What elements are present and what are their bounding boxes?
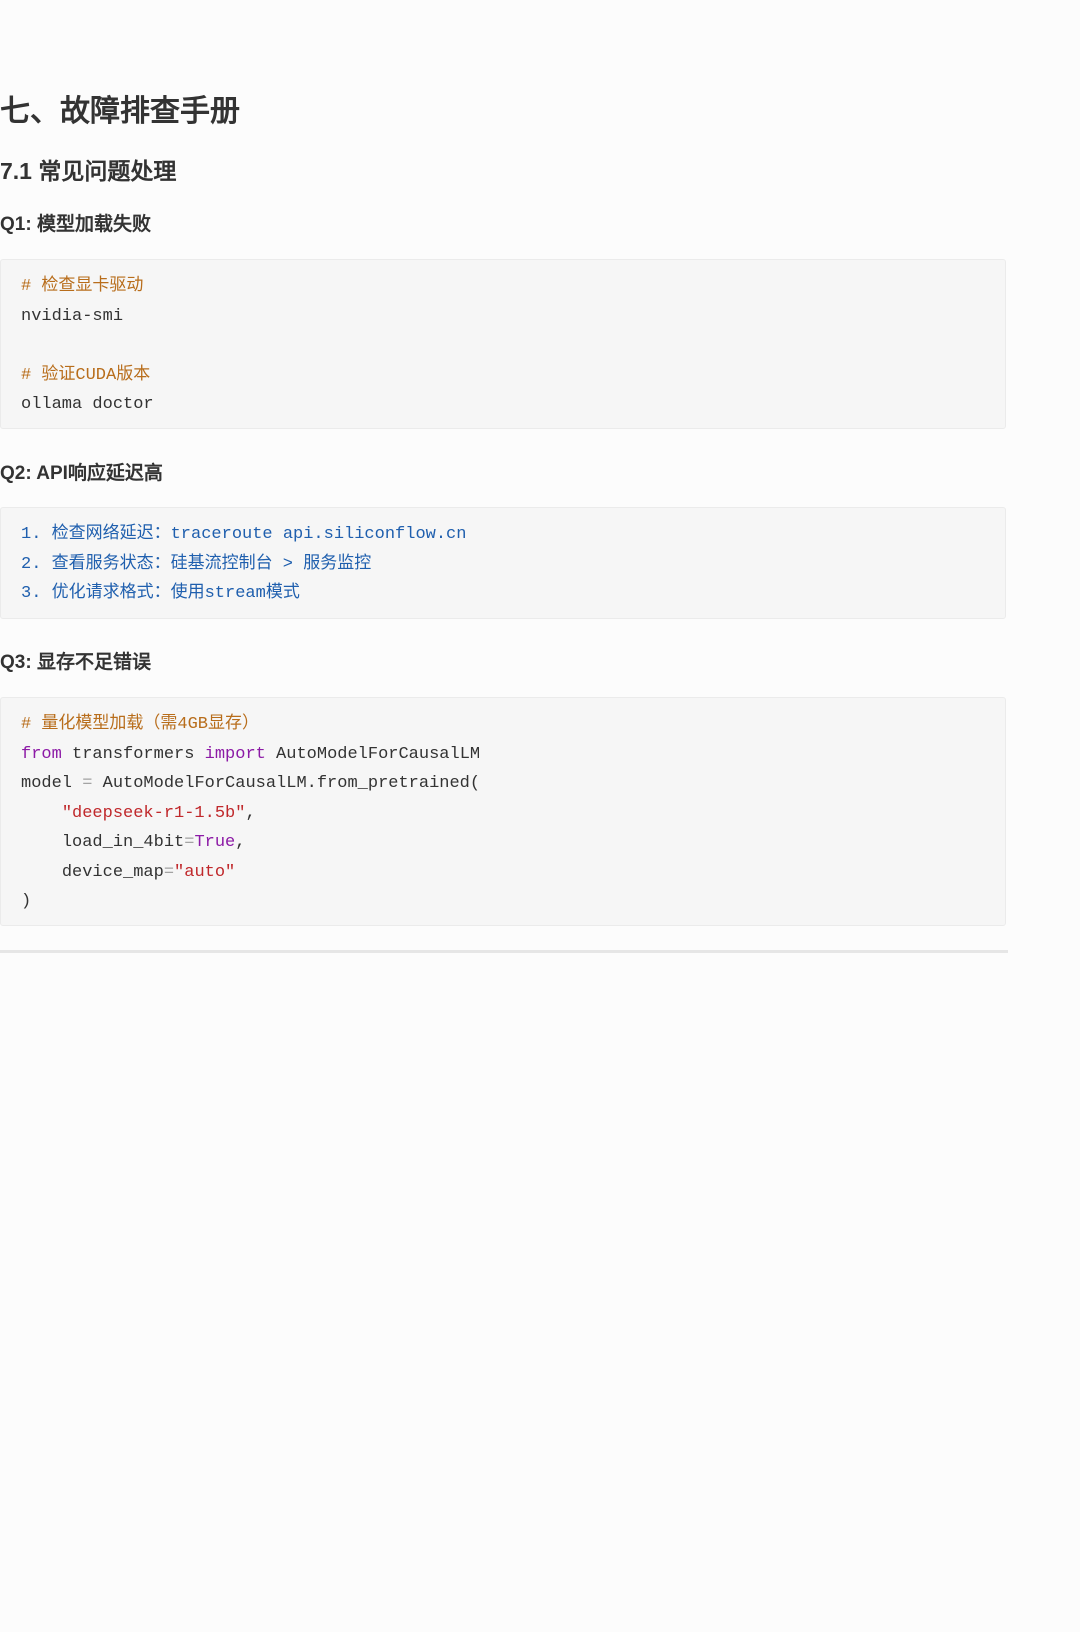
keyword-import: import	[204, 744, 266, 764]
code-comment: # 量化模型加载（需4GB显存）	[21, 715, 260, 734]
comma: ,	[245, 803, 256, 823]
close-paren: )	[21, 892, 32, 911]
q2-steps-block: 1. 检查网络延迟：traceroute api.siliconflow.cn …	[0, 507, 1006, 619]
q1-heading: Q1: 模型加载失败	[0, 214, 151, 235]
code-line: nvidia-smi	[21, 306, 124, 326]
step-item: 1. 检查网络延迟：traceroute api.siliconflow.cn	[21, 525, 467, 544]
keyword-from: from	[21, 744, 62, 764]
section-heading: 7.1 常见问题处理	[0, 158, 177, 184]
step-item: 2. 查看服务状态：硅基流控制台 > 服务监控	[21, 554, 372, 574]
q3-heading: Q3: 显存不足错误	[0, 652, 151, 673]
q1-code-block: # 检查显卡驱动 nvidia-smi # 验证CUDA版本 ollama do…	[0, 259, 1006, 429]
bool-value: True	[194, 833, 236, 852]
string-arg: "deepseek-r1-1.5b"	[61, 803, 246, 823]
string-value: "auto"	[174, 862, 236, 882]
class-name: AutoModelForCausalLM	[265, 744, 481, 764]
step-item: 3. 优化请求格式：使用stream模式	[21, 584, 300, 603]
arg-name: device_map	[61, 862, 164, 882]
q2-heading: Q2: API响应延迟高	[0, 463, 163, 484]
code-comment: # 检查显卡驱动	[21, 277, 144, 296]
arg-name: load_in_4bit	[61, 833, 185, 852]
q3-code-block: # 量化模型加载（需4GB显存） from transformers impor…	[0, 697, 1006, 926]
code-comment: # 验证CUDA版本	[21, 365, 151, 385]
divider	[0, 950, 1008, 953]
call: AutoModelForCausalLM.from_pretrained(	[92, 774, 481, 793]
operator: =	[82, 774, 93, 793]
comma: ,	[235, 833, 246, 852]
var-name: model	[21, 774, 83, 793]
module-name: transformers	[61, 744, 205, 764]
page-title: 七、故障排查手册	[0, 95, 240, 128]
code-line: ollama doctor	[21, 395, 154, 414]
